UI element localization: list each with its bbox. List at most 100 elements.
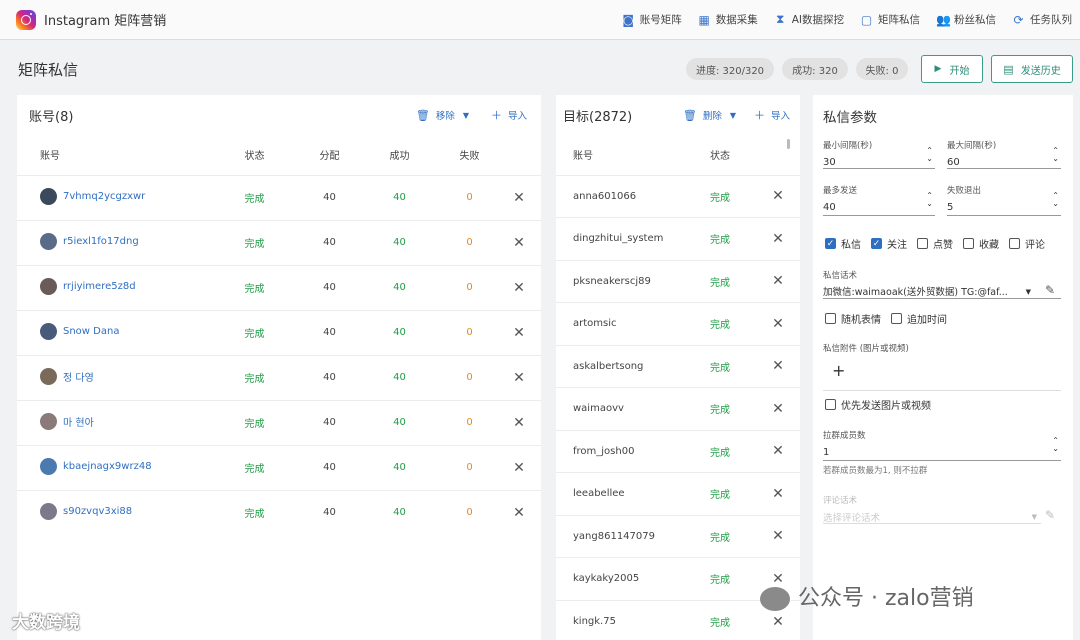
account-link[interactable]: 정 다영: [40, 367, 94, 385]
accounts-import-button[interactable]: ＋ 导入: [491, 107, 527, 123]
scrollbar-thumb[interactable]: [787, 139, 790, 149]
alloc-cell: 40: [302, 399, 357, 445]
close-icon[interactable]: ✕: [513, 460, 525, 476]
account-link[interactable]: kbaejnagx9wrz48: [40, 457, 152, 475]
close-icon[interactable]: ✕: [513, 325, 525, 341]
params-title: 私信参数: [823, 110, 877, 126]
spinner-icon[interactable]: ⌃ ⌄: [1052, 437, 1059, 453]
spinner-icon[interactable]: ⌃ ⌄: [1052, 192, 1059, 208]
plus-icon: ＋: [753, 109, 765, 122]
add-attachment-icon[interactable]: +: [832, 361, 845, 380]
account-link[interactable]: Snow Dana: [40, 322, 119, 340]
priority-media-checkbox[interactable]: 优先发送图片或视频: [825, 397, 931, 412]
account-link[interactable]: 7vhmq2ycgzxwr: [40, 187, 146, 205]
remove-button[interactable]: 🗑 移除 ▼: [415, 108, 469, 123]
comment-select[interactable]: 评论话术 选择评论话术 ▼: [823, 494, 1041, 524]
max-send-field[interactable]: 最多发送 40 ⌃ ⌄: [823, 184, 935, 216]
random-emoji-checkbox[interactable]: 随机表情: [825, 311, 881, 326]
account-name: s90zvqv3xi88: [63, 505, 133, 517]
col-header-status: 状态: [244, 151, 265, 163]
status-cell: 完成: [207, 399, 302, 445]
close-icon[interactable]: ✕: [772, 401, 784, 417]
close-icon[interactable]: ✕: [513, 280, 525, 296]
send-history-button[interactable]: ▤ 发送历史: [991, 55, 1073, 83]
status-cell: 完成: [684, 387, 756, 430]
target-name: askalbertsong: [556, 344, 684, 388]
checkbox-0[interactable]: ✓ 私信: [825, 236, 861, 251]
nav-item-1[interactable]: ▦ 数据采集: [690, 0, 766, 40]
nav-item-3[interactable]: ▢ 矩阵私信: [852, 0, 928, 40]
spinner-icon[interactable]: ⌃ ⌄: [1052, 147, 1059, 163]
comment-placeholder: 选择评论话术: [823, 513, 881, 524]
close-icon[interactable]: ✕: [772, 443, 784, 459]
avatar: [40, 457, 57, 475]
close-icon[interactable]: ✕: [513, 235, 525, 251]
status-cell: 完成: [684, 557, 756, 600]
close-icon[interactable]: ✕: [772, 273, 784, 289]
close-icon[interactable]: ✕: [772, 358, 784, 374]
close-icon[interactable]: ✕: [513, 505, 525, 521]
account-name: 7vhmq2ycgzxwr: [63, 190, 146, 202]
script-select[interactable]: 私信话术 加微信:waimaoak(送外贸数据) TG:@faf... ▼: [823, 269, 1061, 299]
close-icon[interactable]: ✕: [513, 190, 525, 206]
nav-item-5[interactable]: ⟳ 任务队列: [1004, 0, 1080, 40]
status-cell: 完成: [207, 444, 302, 490]
account-name: r5iexl1fo17dng: [63, 235, 139, 247]
close-icon[interactable]: ✕: [772, 231, 784, 247]
table-row: artomsic 完成 ✕: [556, 302, 800, 345]
checkbox-1[interactable]: ✓ 关注: [871, 236, 907, 251]
account-name: 마 현아: [63, 417, 94, 429]
delete-button[interactable]: 🗑 删除 ▼: [683, 108, 736, 123]
table-row: yang861147079 完成 ✕: [556, 514, 800, 558]
edit-icon[interactable]: ✎: [1045, 283, 1055, 297]
close-icon[interactable]: ✕: [772, 316, 784, 332]
account-link[interactable]: s90zvqv3xi88: [40, 502, 133, 520]
col-header-account: 账号: [40, 151, 60, 163]
targets-import-button[interactable]: ＋ 导入: [754, 107, 790, 123]
fail-cell: 0: [442, 309, 497, 355]
account-link[interactable]: rrjiyimere5z8d: [40, 277, 136, 295]
close-icon[interactable]: ✕: [772, 614, 784, 630]
close-icon[interactable]: ✕: [772, 188, 784, 204]
spinner-icon[interactable]: ⌃ ⌄: [926, 147, 933, 163]
table-row: kbaejnagx9wrz48 完成 40 40 0 ✕: [17, 444, 541, 490]
start-button[interactable]: ▶ 开始: [921, 55, 983, 83]
append-time-checkbox[interactable]: 追加时间: [891, 311, 947, 326]
fail-exit-field[interactable]: 失败退出 5 ⌃ ⌄: [947, 184, 1061, 216]
spinner-icon[interactable]: ⌃ ⌄: [926, 192, 933, 208]
trash-icon: 🗑: [415, 108, 430, 122]
instagram-logo-icon: [16, 9, 36, 30]
close-icon[interactable]: ✕: [513, 415, 525, 431]
group-size-hint: 若群成员数最为1, 则不拉群: [823, 466, 928, 476]
account-link[interactable]: 마 현아: [40, 412, 94, 430]
close-icon[interactable]: ✕: [772, 486, 784, 502]
status-cell: 完成: [684, 302, 756, 345]
top-nav: ◙ 账号矩阵 ▦ 数据采集 ⧗ AI数据探挖 ▢ 矩阵私信 👥 粉丝私信 ⟳ 任务队列: [614, 0, 1080, 40]
close-icon[interactable]: ✕: [513, 370, 525, 386]
checkbox-2[interactable]: 点赞: [917, 236, 953, 251]
max-interval-field[interactable]: 最大间隔(秒) 60 ⌃ ⌄: [947, 139, 1061, 169]
account-link[interactable]: r5iexl1fo17dng: [40, 232, 139, 250]
account-name: kbaejnagx9wrz48: [63, 460, 152, 472]
target-name: leeabellee: [556, 472, 684, 515]
chat-icon: ▢: [860, 12, 873, 27]
checkbox-3[interactable]: 收藏: [963, 236, 999, 251]
checkbox-4[interactable]: 评论: [1009, 236, 1045, 251]
nav-item-0[interactable]: ◙ 账号矩阵: [614, 0, 690, 40]
refresh-icon: ⟳: [1013, 12, 1024, 27]
close-icon[interactable]: ✕: [772, 528, 784, 544]
progress-badge: 进度: 320/320: [686, 58, 774, 80]
nav-item-2[interactable]: ⧗ AI数据探挖: [766, 0, 852, 40]
script-value: 加微信:waimaoak(送外贸数据) TG:@faf...: [823, 287, 1008, 298]
group-size-value: 1: [823, 447, 830, 458]
fail-cell: 0: [442, 399, 497, 445]
nav-item-label: 粉丝私信: [954, 14, 996, 26]
group-size-field[interactable]: 拉群成员数 1 ⌃ ⌄: [823, 429, 1061, 461]
nav-item-4[interactable]: 👥 粉丝私信: [928, 0, 1004, 40]
delete-label: 删除: [702, 111, 722, 122]
min-interval-field[interactable]: 最小间隔(秒) 30 ⌃ ⌄: [823, 139, 935, 169]
watermark-right: 公众号 · zalo营销: [760, 580, 974, 612]
target-name: artomsic: [556, 302, 684, 345]
import-label: 导入: [507, 111, 527, 122]
table-row: dingzhitui_system 完成 ✕: [556, 217, 800, 260]
